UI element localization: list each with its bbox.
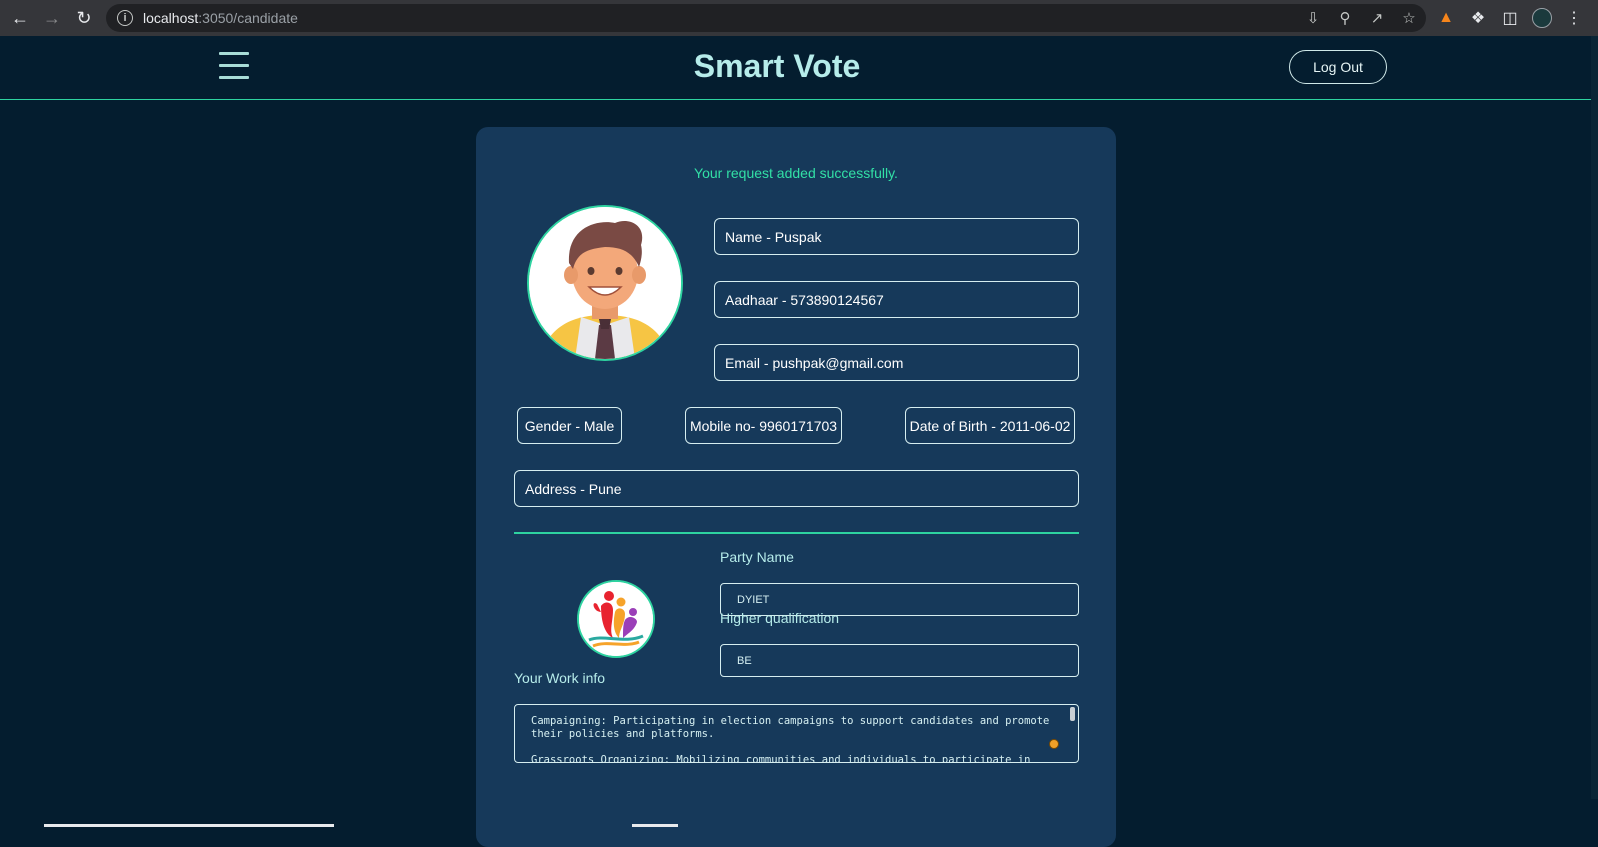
menu-kebab-icon[interactable]: ⋮	[1564, 8, 1584, 28]
url-path: :3050/candidate	[198, 10, 298, 26]
reload-icon[interactable]: ↻	[69, 3, 99, 33]
success-message: Your request added successfully.	[694, 165, 898, 181]
dob-field: Date of Birth - 2011-06-02	[905, 407, 1075, 444]
party-logo	[577, 580, 655, 658]
forward-icon[interactable]: →	[37, 3, 67, 33]
logout-button[interactable]: Log Out	[1289, 50, 1387, 84]
candidate-card: Your request added successfully. Name - …	[476, 127, 1116, 847]
section-divider	[514, 532, 1079, 534]
candidate-avatar	[527, 205, 683, 361]
bookmark-star-icon[interactable]: ☆	[1400, 9, 1418, 27]
side-panel-icon[interactable]: ◫	[1500, 8, 1520, 28]
app-header: Smart Vote Log Out	[0, 36, 1598, 100]
textarea-scrollbar[interactable]	[1070, 707, 1075, 721]
url-host: localhost	[143, 10, 199, 26]
qualification-input[interactable]: BE	[720, 644, 1079, 677]
zoom-icon[interactable]: ⚲	[1336, 9, 1354, 27]
extensions-puzzle-icon[interactable]: ❖	[1468, 8, 1488, 28]
address-field: Address - Pune	[514, 470, 1079, 507]
address-bar[interactable]: i localhost:3050/candidate ⇩ ⚲ ↗ ☆	[106, 4, 1426, 32]
work-info-textarea[interactable]: Campaigning: Participating in election c…	[514, 704, 1079, 763]
work-info-label: Your Work info	[514, 670, 606, 686]
info-icon[interactable]: i	[117, 10, 133, 26]
page-scrollbar[interactable]	[1591, 36, 1598, 799]
cursor-dot-icon	[1049, 739, 1059, 749]
qualification-label: Higher qualification	[720, 610, 840, 626]
aadhaar-field: Aadhaar - 573890124567	[714, 281, 1079, 318]
avatar-illustration-icon	[529, 207, 681, 359]
party-name-label: Party Name	[720, 549, 794, 565]
metamask-fox-icon[interactable]: ▲	[1436, 9, 1456, 27]
gender-field: Gender - Male	[517, 407, 622, 444]
install-icon[interactable]: ⇩	[1304, 9, 1322, 27]
email-field: Email - pushpak@gmail.com	[714, 344, 1079, 381]
share-icon[interactable]: ↗	[1368, 9, 1386, 27]
party-emblem-icon	[579, 582, 653, 656]
name-field: Name - Puspak	[714, 218, 1079, 255]
profile-avatar-icon[interactable]	[1532, 8, 1552, 28]
back-icon[interactable]: ←	[5, 3, 35, 33]
browser-toolbar: ← → ↻ i localhost:3050/candidate ⇩ ⚲ ↗ ☆…	[0, 0, 1598, 36]
mobile-field: Mobile no- 9960171703	[685, 407, 842, 444]
